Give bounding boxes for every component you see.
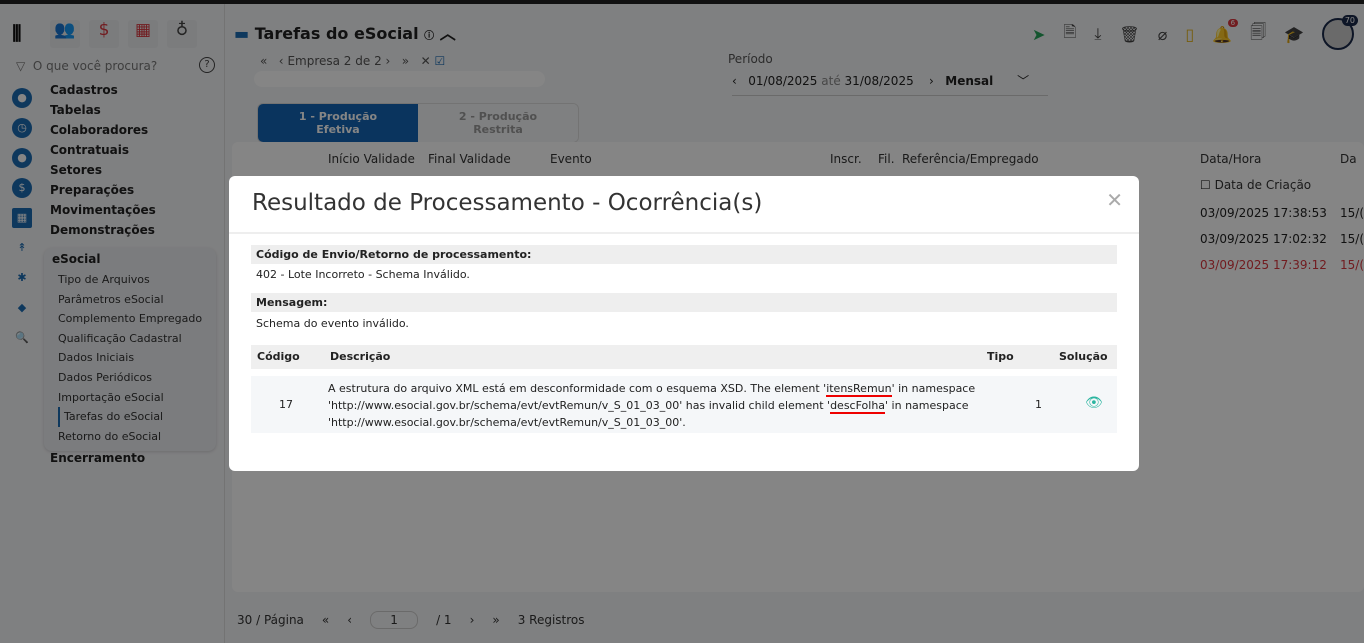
occurrences-header: Código Descrição Tipo Solução (251, 345, 1117, 369)
divider (229, 232, 1139, 234)
col-codigo: Código (257, 350, 300, 363)
desc-part: A estrutura do arquivo XML está em desco… (328, 382, 827, 395)
modal-title: Resultado de Processamento - Ocorrência(… (252, 190, 763, 216)
highlight-element: itensRemun (826, 382, 892, 397)
occurrence-description: A estrutura do arquivo XML está em desco… (328, 380, 988, 431)
col-solucao: Solução (1059, 350, 1108, 363)
eye-icon[interactable]: 👁 (1085, 395, 1103, 411)
occurrence-code: 17 (279, 398, 293, 411)
close-icon[interactable]: ✕ (1106, 188, 1123, 212)
code-label: Código de Envio/Retorno de processamento… (251, 245, 1117, 264)
message-value: Schema do evento inválido. (256, 317, 409, 330)
processing-result-modal: Resultado de Processamento - Ocorrência(… (229, 176, 1139, 471)
code-value: 402 - Lote Incorreto - Schema Inválido. (256, 268, 470, 281)
col-descricao: Descrição (330, 350, 391, 363)
message-label: Mensagem: (251, 293, 1117, 312)
occurrence-row: 17 A estrutura do arquivo XML está em de… (251, 376, 1117, 433)
col-tipo: Tipo (987, 350, 1014, 363)
highlight-element: descFolha (830, 399, 886, 414)
occurrence-type: 1 (1035, 398, 1042, 411)
